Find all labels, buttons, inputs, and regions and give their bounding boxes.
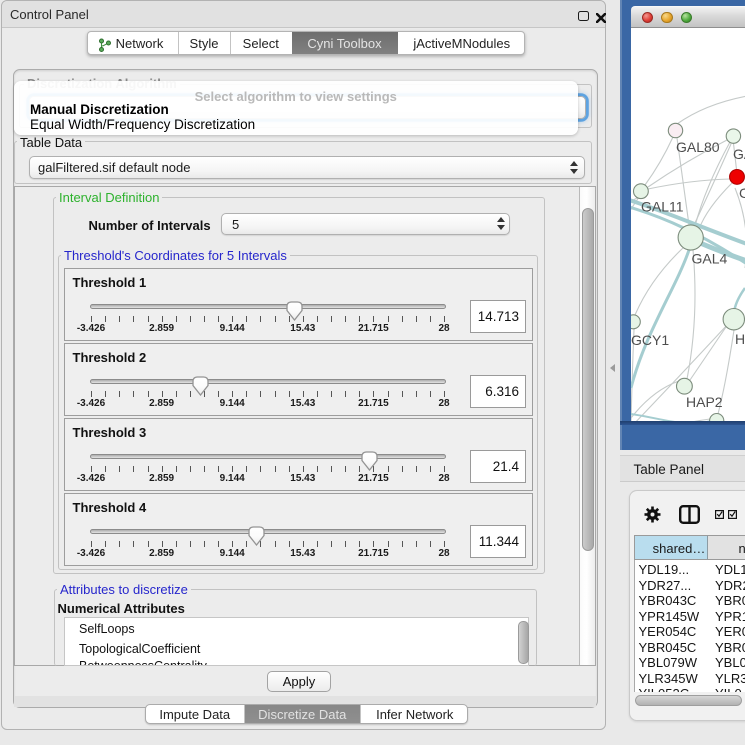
- svg-text:GAL80: GAL80: [676, 139, 720, 155]
- svg-text:HAP2: HAP2: [686, 394, 723, 410]
- svg-text:GAL11: GAL11: [641, 198, 684, 214]
- svg-text:H: H: [735, 331, 745, 347]
- svg-text:GAL4: GAL4: [692, 250, 728, 266]
- svg-text:GAL1: GAL1: [733, 146, 745, 162]
- svg-text:GCY1: GCY1: [631, 332, 669, 348]
- svg-text:C: C: [739, 185, 745, 201]
